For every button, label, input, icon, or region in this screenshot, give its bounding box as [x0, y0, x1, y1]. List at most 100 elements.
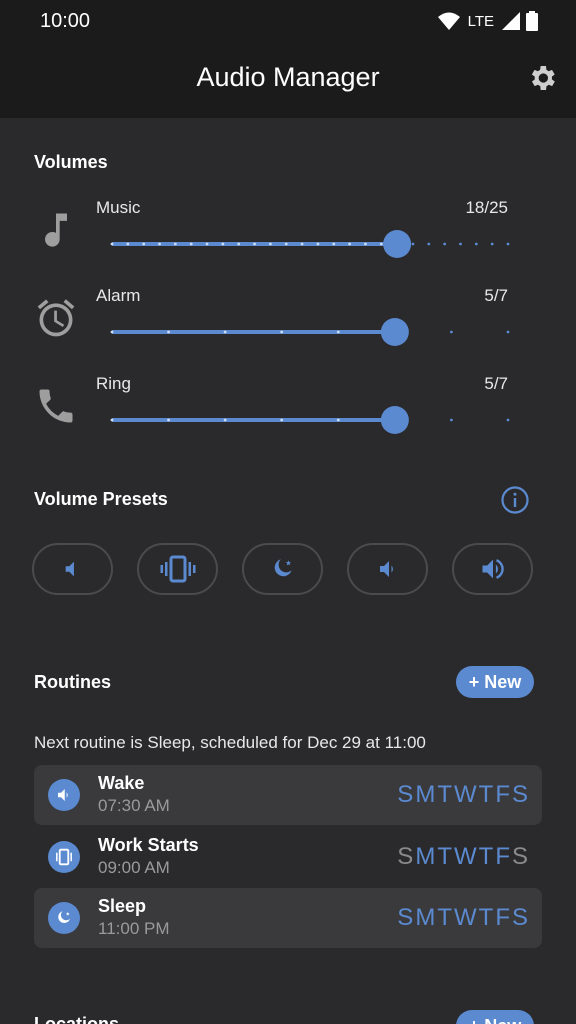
network-label: LTE — [467, 12, 494, 30]
volume-value: 5/7 — [484, 374, 508, 393]
wifi-icon — [437, 12, 460, 30]
slider-tick — [110, 418, 114, 422]
day-letter: S — [397, 904, 416, 931]
day-letter: F — [495, 843, 512, 870]
slider-tick — [253, 242, 256, 246]
slider-tick — [300, 242, 304, 246]
routine-name: Wake — [98, 773, 145, 793]
day-letter: T — [478, 781, 496, 808]
volume-value: 5/7 — [484, 286, 508, 305]
routines-heading: Routines — [34, 672, 112, 692]
next-routine-text: Next routine is Sleep, scheduled for Dec… — [34, 733, 426, 752]
volume-high-icon — [482, 559, 504, 579]
app-bar: Audio Manager — [0, 40, 576, 118]
slider-thumb[interactable] — [380, 406, 409, 434]
volume-label: Ring — [96, 374, 131, 393]
volume-row-music: Music 18/25 — [0, 198, 576, 278]
volumes-heading: Volumes — [34, 152, 108, 172]
slider-tick — [110, 330, 114, 334]
routine-icon — [48, 841, 80, 873]
slider-tick — [490, 242, 494, 246]
mute-icon — [65, 561, 74, 577]
routine-icon — [48, 902, 80, 934]
slider-tick — [336, 330, 340, 334]
status-time: 10:00 — [40, 10, 91, 32]
slider-tick — [205, 242, 209, 246]
slider-tick — [221, 242, 225, 246]
routine-name: Sleep — [98, 896, 147, 916]
alarm-volume-slider[interactable] — [100, 310, 520, 354]
slider-tick — [364, 242, 367, 246]
slider-tick — [506, 242, 510, 246]
routine-item-wake[interactable]: Wake 07:30 AM SMTWTFS — [34, 765, 542, 825]
preset-dnd-button[interactable] — [242, 543, 323, 595]
alarm-clock-icon — [37, 299, 75, 337]
slider-tick — [450, 330, 453, 334]
presets-heading: Volume Presets — [34, 489, 168, 509]
slider-tick — [459, 242, 462, 246]
slider-tick — [237, 242, 241, 246]
volume-low-icon — [58, 789, 68, 801]
volume-row-ring: Ring 5/7 — [0, 374, 576, 454]
day-letter: T — [437, 904, 454, 931]
slider-tick — [443, 242, 447, 246]
routine-time: 11:00 PM — [98, 919, 170, 938]
day-letter: S — [511, 781, 530, 808]
info-icon[interactable] — [500, 485, 530, 515]
volume-row-alarm: Alarm 5/7 — [0, 286, 576, 366]
slider-tick — [336, 418, 340, 422]
preset-volume-high-button[interactable] — [452, 543, 533, 595]
slider-tick — [427, 242, 431, 246]
status-icons: LTE — [437, 11, 538, 31]
day-letter: S — [511, 904, 530, 931]
slider-thumb[interactable] — [380, 318, 409, 346]
battery-icon — [526, 11, 538, 31]
slider-tick — [506, 330, 510, 334]
slider-tick — [280, 418, 284, 422]
routine-time: 09:00 AM — [98, 858, 170, 877]
day-letter: T — [478, 904, 496, 931]
day-letter: T — [437, 843, 454, 870]
slider-tick — [110, 242, 114, 246]
slider-tick — [379, 242, 383, 246]
slider-tick — [280, 330, 284, 334]
signal-icon — [502, 12, 520, 30]
day-letter: M — [415, 904, 438, 931]
routine-item-work-starts[interactable]: Work Starts 09:00 AM SMTWTFS — [34, 827, 542, 887]
page-title: Audio Manager — [196, 62, 380, 92]
new-routine-button[interactable]: + New — [456, 666, 534, 698]
routine-item-sleep[interactable]: Sleep 11:00 PM SMTWTFS — [34, 888, 542, 948]
ring-volume-slider[interactable] — [100, 398, 520, 442]
day-letter: S — [397, 781, 416, 808]
volume-low-icon — [379, 561, 393, 577]
slider-tick — [173, 242, 177, 246]
preset-vibrate-button[interactable] — [137, 543, 218, 595]
slider-tick — [316, 242, 320, 246]
slider-tick — [450, 418, 453, 422]
preset-volume-low-button[interactable] — [347, 543, 428, 595]
routine-name: Work Starts — [98, 835, 199, 855]
settings-gear-icon[interactable] — [526, 62, 558, 94]
slider-tick — [223, 418, 227, 422]
new-location-button[interactable]: + New — [456, 1010, 534, 1024]
do-not-disturb-moon-icon — [274, 559, 292, 577]
slider-tick — [506, 418, 510, 422]
day-letter: T — [478, 843, 496, 870]
slider-tick — [167, 330, 170, 334]
do-not-disturb-moon-icon — [58, 911, 70, 923]
volume-label: Music — [96, 198, 141, 217]
slider-tick — [348, 242, 351, 246]
slider-tick — [158, 242, 161, 246]
slider-tick — [189, 242, 193, 246]
day-letter: S — [397, 843, 416, 870]
slider-tick — [142, 242, 146, 246]
routine-time: 07:30 AM — [98, 796, 170, 815]
volume-value: 18/25 — [465, 198, 508, 217]
preset-mute-button[interactable] — [32, 543, 113, 595]
slider-thumb[interactable] — [383, 230, 412, 258]
day-letter: M — [415, 843, 438, 870]
music-volume-slider[interactable] — [100, 222, 520, 266]
day-letter: F — [495, 781, 512, 808]
day-letter: M — [415, 781, 438, 808]
music-note-icon — [45, 213, 67, 247]
